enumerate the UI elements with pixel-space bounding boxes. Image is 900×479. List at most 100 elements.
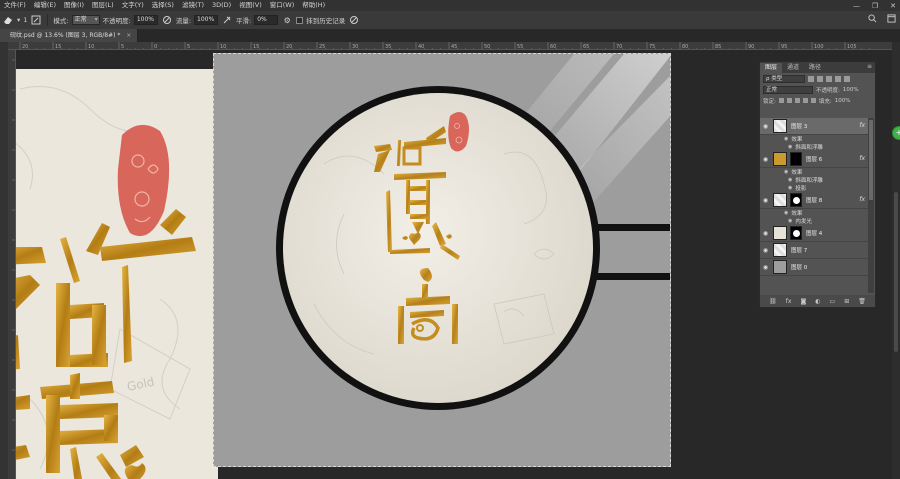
brush-size-value[interactable]: 1 [23,16,27,24]
effect-eye-icon[interactable]: ◉ [788,218,792,224]
lock-image-icon[interactable] [786,98,792,103]
tab-layers[interactable]: 图层 [760,63,783,73]
filter-shape-icon[interactable] [835,75,841,82]
smoothing-settings-gear-icon[interactable]: ⚙ [281,14,293,26]
kind-filter-select[interactable]: ρ 类型 [763,74,805,83]
effects-row[interactable]: ◉ 效果 [760,209,868,217]
eraser-tool-icon[interactable] [2,14,14,26]
erase-to-history-checkbox[interactable] [296,16,304,24]
menu-image[interactable]: 图像(I) [60,0,88,11]
fx-icon[interactable]: fx [859,122,865,129]
fx-menu-icon[interactable]: fx [786,298,792,305]
brush-panel-icon[interactable] [30,14,42,26]
delete-icon[interactable]: 🗑 [858,298,866,305]
layer-row[interactable]: ◉ 图层 4 [760,225,868,242]
lock-transparent-icon[interactable] [778,98,784,103]
layer-mask-thumbnail[interactable] [790,193,802,207]
minimize-icon[interactable]: — [853,2,860,10]
menu-help[interactable]: 帮助(H) [298,0,329,11]
flow-field[interactable]: 100% [194,15,219,25]
restore-icon[interactable]: ❐ [872,2,878,10]
airbrush-icon[interactable] [221,14,233,26]
visibility-eye-icon[interactable]: ◉ [760,230,771,237]
filter-pixel-icon[interactable] [808,75,814,82]
lock-position-icon[interactable] [794,98,800,103]
visibility-eye-icon[interactable]: ◉ [760,156,771,163]
layer-row[interactable]: ◉ 图层 6 fx [760,151,868,168]
layer-row[interactable]: ◉ 图层 8 fx [760,192,868,209]
tab-channels[interactable]: 通道 [782,63,804,73]
main-artboard[interactable] [213,53,671,467]
group-icon[interactable]: ▭ [830,298,836,305]
layer-name[interactable]: 图层 0 [791,263,807,271]
floating-add-icon[interactable]: + [892,126,900,140]
layer-row[interactable]: ◉ 图层 7 [760,242,868,259]
adjustment-icon[interactable]: ◐ [815,298,820,305]
lock-artboard-icon[interactable] [802,98,808,103]
menu-select[interactable]: 选择(S) [148,0,178,11]
document-tab[interactable]: 砚纹.psd @ 13.6% (图层 3, RGB/8#) * × [0,29,139,42]
pressure-opacity-icon[interactable] [161,14,173,26]
tab-paths[interactable]: 路径 [804,63,826,73]
layers-scrollbar[interactable] [868,118,874,293]
effect-eye-icon[interactable]: ◉ [784,136,788,142]
layer-row[interactable]: ◉ 图层 0 [760,259,868,276]
effect-eye-icon[interactable]: ◉ [788,177,792,183]
link-icon[interactable]: ⛓ [769,298,777,305]
blend-mode-select[interactable]: 正常 [763,85,813,94]
layer-name[interactable]: 图层 4 [806,229,822,237]
left-artboard[interactable]: Gold [16,69,218,479]
fx-icon[interactable]: fx [859,155,865,162]
layer-name[interactable]: 图层 6 [806,155,822,163]
menu-layer[interactable]: 图层(L) [88,0,118,11]
mode-select[interactable]: 正常 [71,15,100,25]
close-tab-icon[interactable]: × [126,32,131,39]
visibility-eye-icon[interactable]: ◉ [760,197,771,204]
canvas-scrollbar-thumb[interactable] [894,192,898,352]
effect-eye-icon[interactable]: ◉ [788,144,792,150]
menu-type[interactable]: 文字(Y) [118,0,148,11]
pressure-size-icon[interactable] [348,14,360,26]
new-layer-icon[interactable]: ⊞ [844,298,849,305]
layer-name[interactable]: 图层 7 [791,246,807,254]
filter-smart-icon[interactable] [844,75,850,82]
menu-window[interactable]: 窗口(W) [266,0,299,11]
vertical-ruler[interactable] [8,50,16,479]
effect-item[interactable]: ◉ 斜面和浮雕 [760,176,868,184]
fill-value[interactable]: 100% [835,98,851,104]
tool-preset-arrow[interactable]: ▾ [17,16,20,24]
effects-row[interactable]: ◉ 效果 [760,135,868,143]
mask-icon[interactable]: ◙ [800,298,806,305]
fx-icon[interactable]: fx [859,196,865,203]
effect-item[interactable]: ◉ 投影 [760,184,868,192]
visibility-eye-icon[interactable]: ◉ [760,247,771,254]
effect-eye-icon[interactable]: ◉ [784,210,788,216]
panel-menu-icon[interactable]: ≡ [867,63,872,70]
layers-scrollbar-thumb[interactable] [869,120,873,200]
menu-filter[interactable]: 滤镜(T) [178,0,208,11]
filter-type-icon[interactable] [826,75,832,82]
horizontal-ruler[interactable]: 20 15 10 5 0 5 10 15 20 25 30 35 40 45 50 55 60 65 70 75 80 8… [8,42,892,50]
smoothing-field[interactable]: 0% [254,15,279,25]
layer-row[interactable]: ◉ 图层 3 fx [760,118,868,135]
search-icon[interactable] [868,14,877,25]
opacity-field[interactable]: 100% [133,15,158,25]
effects-row[interactable]: ◉ 效果 [760,168,868,176]
effect-eye-icon[interactable]: ◉ [788,185,792,191]
layer-opacity-value[interactable]: 100% [843,87,859,93]
effect-item[interactable]: ◉ 内发光 [760,217,868,225]
visibility-eye-icon[interactable]: ◉ [760,123,771,130]
workspace-icon[interactable] [887,14,896,25]
menu-view[interactable]: 视图(V) [235,0,266,11]
effect-item[interactable]: ◉ 斜面和浮雕 [760,143,868,151]
menu-edit[interactable]: 编辑(E) [30,0,60,11]
layer-mask-thumbnail[interactable] [790,226,802,240]
layer-mask-thumbnail[interactable] [790,152,802,166]
canvas-scrollbar[interactable] [892,42,900,479]
effect-eye-icon[interactable]: ◉ [784,169,788,175]
layer-name[interactable]: 图层 3 [791,122,807,130]
menu-file[interactable]: 文件(F) [0,0,30,11]
lock-all-icon[interactable] [810,98,816,103]
menu-3d[interactable]: 3D(D) [208,0,235,11]
visibility-eye-icon[interactable]: ◉ [760,264,771,271]
